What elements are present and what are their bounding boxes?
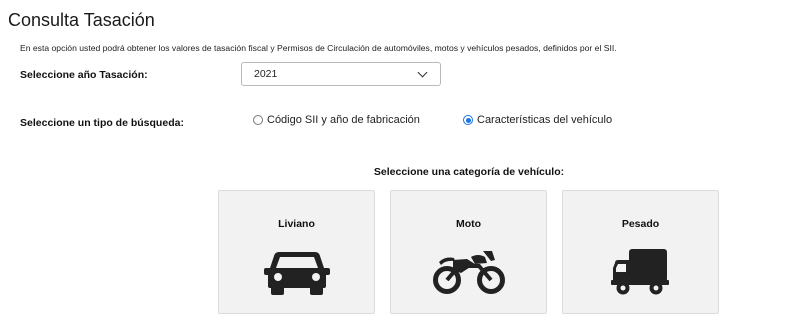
category-card-moto[interactable]: Moto xyxy=(390,190,547,314)
year-select[interactable]: 2021 xyxy=(241,62,441,86)
truck-icon xyxy=(610,249,669,295)
chevron-down-icon xyxy=(417,67,428,77)
radio-codigo-sii[interactable]: Código SII y año de fabricación xyxy=(253,114,420,126)
year-label: Seleccione año Tasación: xyxy=(20,69,148,81)
motorcycle-icon xyxy=(432,251,505,294)
category-card-liviano[interactable]: Liviano xyxy=(218,190,375,314)
category-card-pesado[interactable]: Pesado xyxy=(562,190,719,314)
card-label: Moto xyxy=(455,218,482,230)
category-heading: Seleccione una categoría de vehículo: xyxy=(373,166,565,178)
year-select-value: 2021 xyxy=(254,68,278,80)
radio-label: Características del vehículo xyxy=(477,114,613,126)
page-title: Consulta Tasación xyxy=(8,10,155,30)
radio-label: Código SII y año de fabricación xyxy=(267,114,420,126)
car-icon xyxy=(263,252,330,295)
card-label: Liviano xyxy=(278,218,315,230)
intro-text: En esta opción usted podrá obtener los v… xyxy=(20,43,617,53)
card-label: Pesado xyxy=(621,218,660,230)
radio-button[interactable] xyxy=(463,115,473,125)
radio-caracteristicas[interactable]: Características del vehículo xyxy=(463,114,612,126)
search-type-label: Seleccione un tipo de búsqueda: xyxy=(20,117,184,129)
radio-button[interactable] xyxy=(253,115,263,125)
